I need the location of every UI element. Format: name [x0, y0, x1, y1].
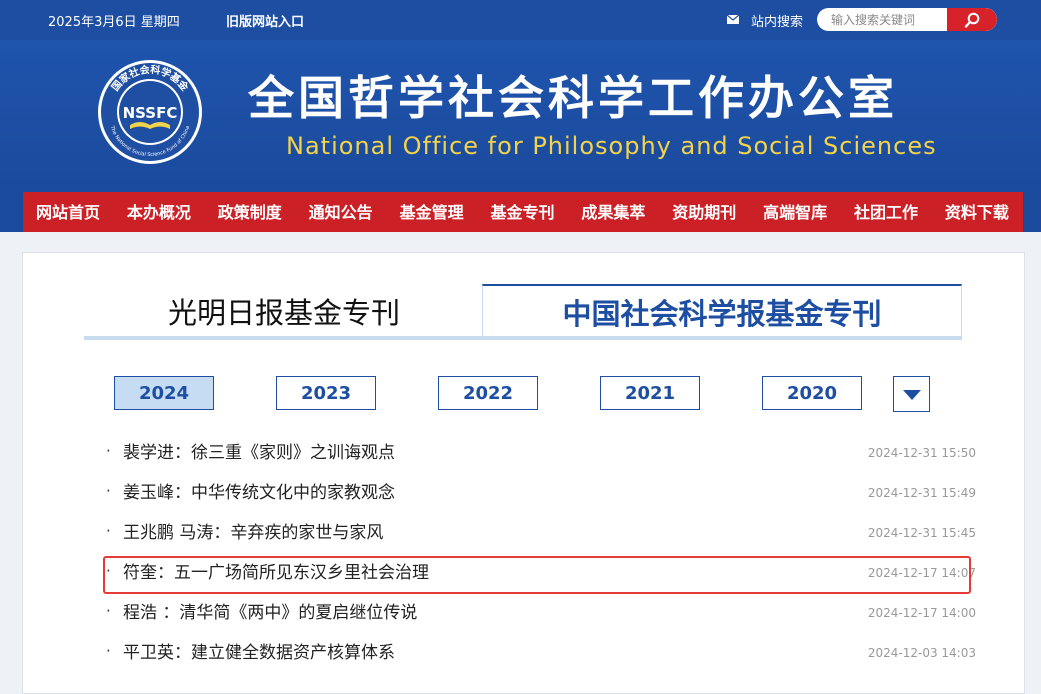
- list-bullet: ·: [106, 562, 111, 580]
- article-timestamp: 2024-12-17 14:07: [867, 566, 976, 580]
- nav-item-policy[interactable]: 政策制度: [218, 192, 282, 232]
- list-item: · 姜玉峰：中华传统文化中的家教观念 2024-12-31 15:49: [106, 476, 976, 510]
- search-button[interactable]: [947, 8, 997, 31]
- year-button-2022[interactable]: 2022: [438, 376, 538, 410]
- year-button-2023[interactable]: 2023: [276, 376, 376, 410]
- list-bullet: ·: [106, 482, 111, 500]
- site-search-label: 站内搜索: [751, 15, 804, 30]
- list-item: · 王兆鹏 马涛：辛弃疾的家世与家风 2024-12-31 15:45: [106, 516, 976, 550]
- nav-item-home[interactable]: 网站首页: [36, 192, 100, 232]
- site-header: 国家社会科学基金 The National Social Science Fun…: [0, 40, 1041, 192]
- article-timestamp: 2024-12-31 15:45: [867, 526, 976, 540]
- search-icon: [964, 12, 980, 28]
- list-bullet: ·: [106, 602, 111, 620]
- logo-center-text: NSSFC: [123, 104, 178, 122]
- more-years-button[interactable]: [893, 376, 930, 412]
- nav-item-fund-management[interactable]: 基金管理: [400, 192, 464, 232]
- article-timestamp: 2024-12-31 15:50: [867, 446, 976, 460]
- list-bullet: ·: [106, 442, 111, 460]
- tab-china-social-sciences[interactable]: 中国社会科学报基金专刊: [482, 284, 962, 336]
- nav-item-fund-column[interactable]: 基金专刊: [490, 192, 554, 232]
- tab-guangming-daily[interactable]: 光明日报基金专刊: [84, 285, 484, 336]
- year-button-2021[interactable]: 2021: [600, 376, 700, 410]
- list-item-highlighted: · 符奎：五一广场简所见东汉乡里社会治理 2024-12-17 14:07: [106, 556, 976, 590]
- current-date: 2025年3月6日 星期四: [48, 15, 180, 30]
- nav-item-societies[interactable]: 社团工作: [854, 192, 918, 232]
- site-title-en: National Office for Philosophy and Socia…: [286, 132, 937, 160]
- nav-item-achievements[interactable]: 成果集萃: [581, 192, 645, 232]
- article-link[interactable]: 裴学进：徐三重《家则》之训诲观点: [123, 436, 395, 470]
- site-title-cn: 全国哲学社会科学工作办公室: [248, 71, 898, 125]
- list-bullet: ·: [106, 642, 111, 660]
- nav-item-funded-journals[interactable]: 资助期刊: [672, 192, 736, 232]
- article-link[interactable]: 程浩 ：清华简《两中》的夏启继位传说: [123, 596, 417, 630]
- search-input[interactable]: [817, 8, 959, 31]
- year-button-2024[interactable]: 2024: [114, 376, 214, 410]
- old-site-link[interactable]: 旧版网站入口: [226, 11, 304, 30]
- article-link[interactable]: 平卫英：建立健全数据资产核算体系: [123, 636, 395, 670]
- nssfc-logo[interactable]: 国家社会科学基金 The National Social Science Fun…: [97, 59, 203, 165]
- mail-icon: [727, 15, 739, 24]
- list-item: · 裴学进：徐三重《家则》之训诲观点 2024-12-31 15:50: [106, 436, 976, 470]
- content-panel: 光明日报基金专刊 中国社会科学报基金专刊 2024 2023 2022 2021…: [22, 252, 1025, 694]
- nav-item-notice[interactable]: 通知公告: [309, 192, 373, 232]
- article-link[interactable]: 符奎：五一广场简所见东汉乡里社会治理: [123, 556, 429, 590]
- top-bar: 2025年3月6日 星期四 旧版网站入口 站内搜索: [0, 0, 1041, 40]
- article-link[interactable]: 王兆鹏 马涛：辛弃疾的家世与家风: [123, 516, 383, 550]
- search-box: [817, 8, 997, 31]
- nav-item-overview[interactable]: 本办概况: [127, 192, 191, 232]
- main-nav: 网站首页 本办概况 政策制度 通知公告 基金管理 基金专刊 成果集萃 资助期刊 …: [0, 192, 1041, 232]
- article-timestamp: 2024-12-31 15:49: [867, 486, 976, 500]
- list-bullet: ·: [106, 522, 111, 540]
- article-timestamp: 2024-12-03 14:03: [867, 646, 976, 660]
- caret-down-icon: [903, 390, 921, 400]
- article-timestamp: 2024-12-17 14:00: [867, 606, 976, 620]
- article-link[interactable]: 姜玉峰：中华传统文化中的家教观念: [123, 476, 395, 510]
- list-item: · 平卫英：建立健全数据资产核算体系 2024-12-03 14:03: [106, 636, 976, 670]
- year-button-2020[interactable]: 2020: [762, 376, 862, 410]
- nav-item-think-tank[interactable]: 高端智库: [763, 192, 827, 232]
- nav-item-downloads[interactable]: 资料下载: [945, 192, 1009, 232]
- nav-bar: 网站首页 本办概况 政策制度 通知公告 基金管理 基金专刊 成果集萃 资助期刊 …: [23, 192, 1023, 232]
- list-item: · 程浩 ：清华简《两中》的夏启继位传说 2024-12-17 14:00: [106, 596, 976, 630]
